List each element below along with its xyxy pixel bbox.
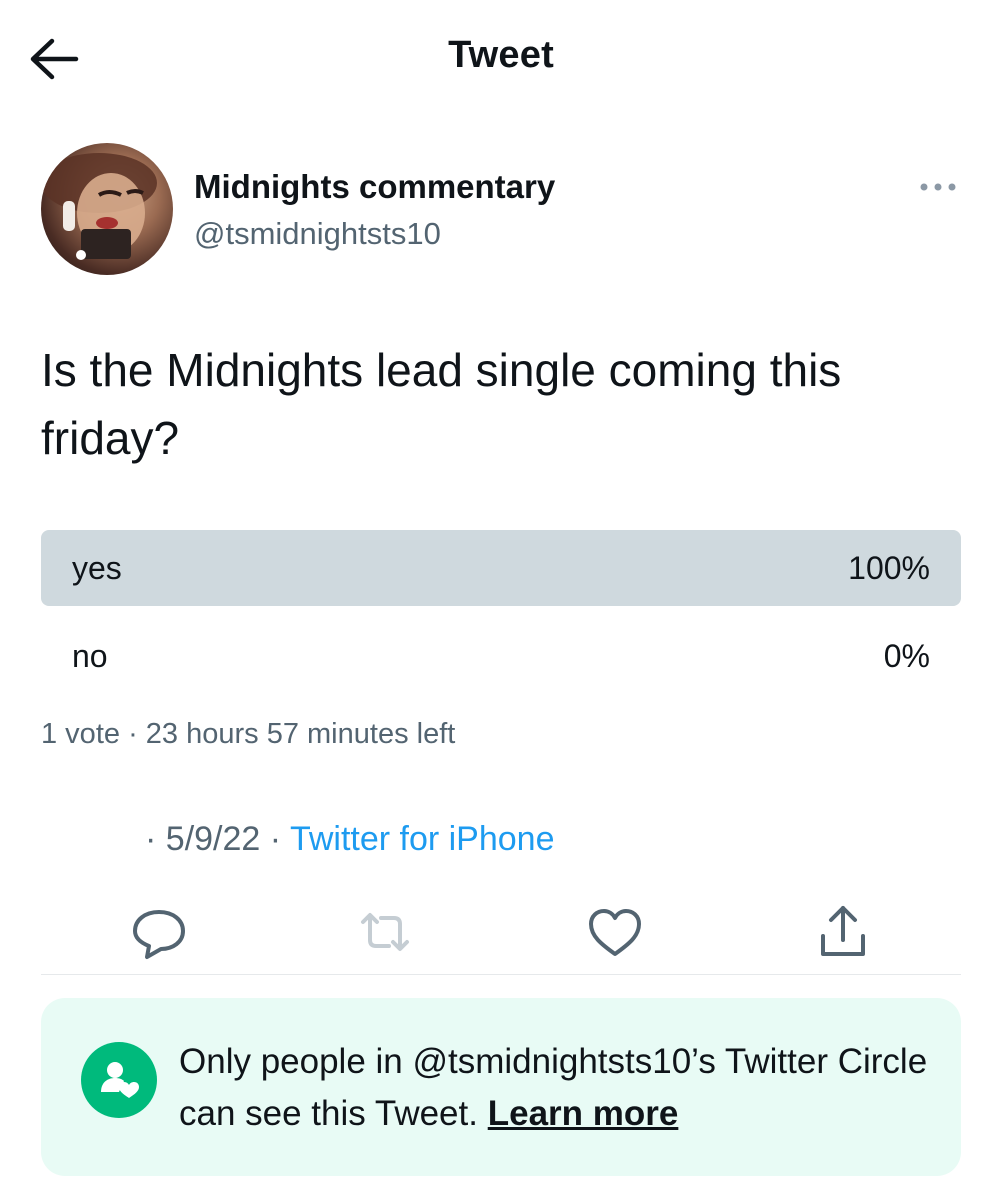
- separator-dot: ·: [269, 820, 282, 858]
- separator-dot: ·: [128, 718, 138, 750]
- poll-meta: 1 vote · 23 hours 57 minutes left: [41, 718, 455, 751]
- tweet-text: Is the Midnights lead single coming this…: [41, 344, 842, 464]
- poll-option-percent: 100%: [848, 550, 930, 586]
- tweet-date[interactable]: 5/9/22: [166, 820, 261, 858]
- poll-option-label: no: [72, 638, 108, 674]
- twitter-circle-icon: [101, 1062, 139, 1098]
- poll-option-no: no 0%: [41, 618, 961, 694]
- poll-option-yes: yes 100%: [41, 530, 961, 606]
- separator-dot: ·: [145, 820, 157, 858]
- page-title: Tweet: [448, 34, 554, 76]
- share-button[interactable]: [811, 900, 875, 964]
- poll-option-label: yes: [72, 550, 122, 586]
- retweet-button[interactable]: [353, 900, 417, 964]
- reply-icon: [133, 910, 185, 959]
- poll-result-bar: [41, 530, 961, 606]
- tweet-meta: · 5/9/22 · Twitter for iPhone: [145, 820, 555, 859]
- avatar-image: [41, 153, 157, 260]
- twitter-circle-text: Only people in @tsmidnightsts10’s Twitte…: [179, 1036, 939, 1140]
- divider: [41, 974, 961, 975]
- twitter-circle-badge: [81, 1042, 157, 1118]
- author-handle[interactable]: @tsmidnightsts10: [194, 216, 441, 252]
- poll: yes 100% no 0%: [41, 530, 961, 706]
- top-bar: Tweet: [0, 0, 1002, 118]
- author-display-name[interactable]: Midnights commentary: [194, 168, 555, 206]
- learn-more-link[interactable]: Learn more: [488, 1094, 679, 1133]
- poll-option-percent: 0%: [883, 638, 930, 674]
- action-bar: [41, 900, 961, 964]
- tweet-source-link[interactable]: Twitter for iPhone: [290, 820, 555, 858]
- heart-icon: [589, 909, 641, 956]
- poll-vote-count: 1 vote: [41, 718, 120, 750]
- like-button[interactable]: [583, 900, 647, 964]
- more-options-button[interactable]: [914, 174, 962, 200]
- twitter-circle-notice: Only people in @tsmidnightsts10’s Twitte…: [41, 998, 961, 1176]
- retweet-icon: [361, 913, 409, 951]
- more-horizontal-icon: [920, 183, 956, 191]
- avatar[interactable]: [41, 143, 173, 275]
- reply-button[interactable]: [127, 900, 191, 964]
- poll-time-left: 23 hours 57 minutes left: [145, 718, 456, 750]
- share-icon: [821, 906, 865, 956]
